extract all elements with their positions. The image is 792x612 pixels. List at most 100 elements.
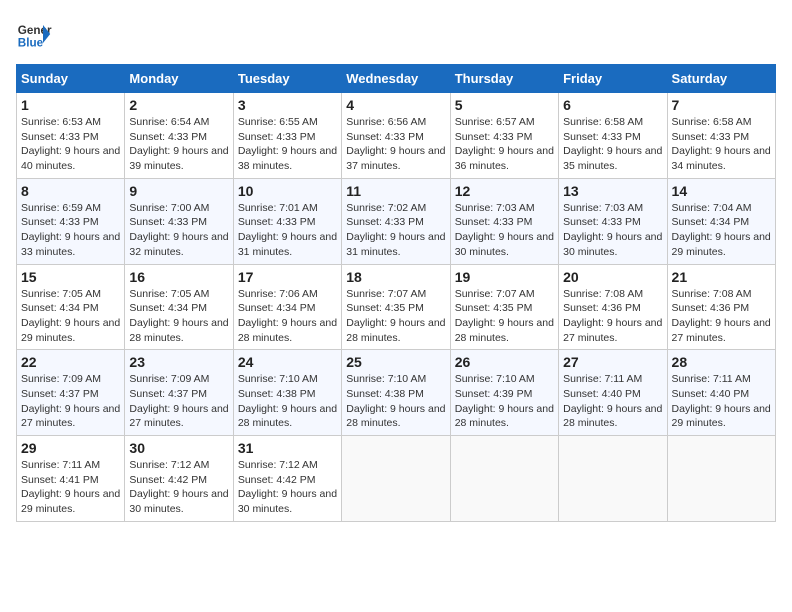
- sunset-text: Sunset: 4:35 PM: [346, 302, 424, 314]
- header-monday: Monday: [125, 65, 233, 93]
- calendar-day-cell: [342, 436, 450, 522]
- day-info: Sunrise: 6:59 AM Sunset: 4:33 PM Dayligh…: [21, 201, 120, 260]
- daylight-text: Daylight: 9 hours and 35 minutes.: [563, 145, 662, 172]
- day-number: 23: [129, 354, 228, 370]
- day-info: Sunrise: 6:54 AM Sunset: 4:33 PM Dayligh…: [129, 115, 228, 174]
- calendar-day-cell: 6 Sunrise: 6:58 AM Sunset: 4:33 PM Dayli…: [559, 93, 667, 179]
- daylight-text: Daylight: 9 hours and 38 minutes.: [238, 145, 337, 172]
- daylight-text: Daylight: 9 hours and 28 minutes.: [563, 403, 662, 430]
- day-number: 4: [346, 97, 445, 113]
- calendar-day-cell: [450, 436, 558, 522]
- day-number: 7: [672, 97, 771, 113]
- sunset-text: Sunset: 4:34 PM: [21, 302, 99, 314]
- day-number: 18: [346, 269, 445, 285]
- calendar-day-cell: 26 Sunrise: 7:10 AM Sunset: 4:39 PM Dayl…: [450, 350, 558, 436]
- sunrise-text: Sunrise: 7:09 AM: [21, 373, 101, 385]
- sunset-text: Sunset: 4:35 PM: [455, 302, 533, 314]
- sunset-text: Sunset: 4:33 PM: [238, 216, 316, 228]
- calendar-week-row: 1 Sunrise: 6:53 AM Sunset: 4:33 PM Dayli…: [17, 93, 776, 179]
- logo: General Blue: [16, 16, 52, 52]
- daylight-text: Daylight: 9 hours and 30 minutes.: [455, 231, 554, 258]
- daylight-text: Daylight: 9 hours and 27 minutes.: [21, 403, 120, 430]
- day-info: Sunrise: 7:11 AM Sunset: 4:41 PM Dayligh…: [21, 458, 120, 517]
- daylight-text: Daylight: 9 hours and 30 minutes.: [238, 488, 337, 515]
- calendar-day-cell: 3 Sunrise: 6:55 AM Sunset: 4:33 PM Dayli…: [233, 93, 341, 179]
- sunset-text: Sunset: 4:36 PM: [563, 302, 641, 314]
- day-info: Sunrise: 7:00 AM Sunset: 4:33 PM Dayligh…: [129, 201, 228, 260]
- sunrise-text: Sunrise: 7:10 AM: [238, 373, 318, 385]
- day-number: 16: [129, 269, 228, 285]
- calendar-day-cell: 29 Sunrise: 7:11 AM Sunset: 4:41 PM Dayl…: [17, 436, 125, 522]
- sunrise-text: Sunrise: 7:04 AM: [672, 202, 752, 214]
- day-info: Sunrise: 7:04 AM Sunset: 4:34 PM Dayligh…: [672, 201, 771, 260]
- sunrise-text: Sunrise: 6:58 AM: [563, 116, 643, 128]
- day-number: 9: [129, 183, 228, 199]
- weekday-header-row: Sunday Monday Tuesday Wednesday Thursday…: [17, 65, 776, 93]
- day-info: Sunrise: 7:01 AM Sunset: 4:33 PM Dayligh…: [238, 201, 337, 260]
- day-info: Sunrise: 7:03 AM Sunset: 4:33 PM Dayligh…: [563, 201, 662, 260]
- calendar-day-cell: 21 Sunrise: 7:08 AM Sunset: 4:36 PM Dayl…: [667, 264, 775, 350]
- sunrise-text: Sunrise: 6:57 AM: [455, 116, 535, 128]
- daylight-text: Daylight: 9 hours and 40 minutes.: [21, 145, 120, 172]
- daylight-text: Daylight: 9 hours and 27 minutes.: [129, 403, 228, 430]
- day-info: Sunrise: 7:06 AM Sunset: 4:34 PM Dayligh…: [238, 287, 337, 346]
- day-number: 30: [129, 440, 228, 456]
- sunrise-text: Sunrise: 7:03 AM: [455, 202, 535, 214]
- daylight-text: Daylight: 9 hours and 29 minutes.: [21, 488, 120, 515]
- calendar-day-cell: 27 Sunrise: 7:11 AM Sunset: 4:40 PM Dayl…: [559, 350, 667, 436]
- day-number: 21: [672, 269, 771, 285]
- sunrise-text: Sunrise: 7:08 AM: [563, 288, 643, 300]
- calendar-day-cell: 8 Sunrise: 6:59 AM Sunset: 4:33 PM Dayli…: [17, 178, 125, 264]
- calendar-day-cell: 4 Sunrise: 6:56 AM Sunset: 4:33 PM Dayli…: [342, 93, 450, 179]
- sunrise-text: Sunrise: 7:01 AM: [238, 202, 318, 214]
- calendar-table: Sunday Monday Tuesday Wednesday Thursday…: [16, 64, 776, 522]
- daylight-text: Daylight: 9 hours and 28 minutes.: [346, 403, 445, 430]
- day-number: 1: [21, 97, 120, 113]
- calendar-day-cell: 9 Sunrise: 7:00 AM Sunset: 4:33 PM Dayli…: [125, 178, 233, 264]
- day-info: Sunrise: 7:10 AM Sunset: 4:39 PM Dayligh…: [455, 372, 554, 431]
- day-number: 22: [21, 354, 120, 370]
- day-info: Sunrise: 7:05 AM Sunset: 4:34 PM Dayligh…: [21, 287, 120, 346]
- sunrise-text: Sunrise: 7:07 AM: [346, 288, 426, 300]
- sunset-text: Sunset: 4:33 PM: [21, 216, 99, 228]
- day-info: Sunrise: 7:11 AM Sunset: 4:40 PM Dayligh…: [563, 372, 662, 431]
- sunrise-text: Sunrise: 7:07 AM: [455, 288, 535, 300]
- sunrise-text: Sunrise: 7:10 AM: [455, 373, 535, 385]
- sunset-text: Sunset: 4:39 PM: [455, 388, 533, 400]
- day-info: Sunrise: 6:57 AM Sunset: 4:33 PM Dayligh…: [455, 115, 554, 174]
- calendar-day-cell: 18 Sunrise: 7:07 AM Sunset: 4:35 PM Dayl…: [342, 264, 450, 350]
- day-info: Sunrise: 7:12 AM Sunset: 4:42 PM Dayligh…: [129, 458, 228, 517]
- sunset-text: Sunset: 4:33 PM: [563, 216, 641, 228]
- day-info: Sunrise: 6:58 AM Sunset: 4:33 PM Dayligh…: [672, 115, 771, 174]
- day-number: 24: [238, 354, 337, 370]
- day-info: Sunrise: 7:08 AM Sunset: 4:36 PM Dayligh…: [563, 287, 662, 346]
- sunset-text: Sunset: 4:36 PM: [672, 302, 750, 314]
- sunrise-text: Sunrise: 7:05 AM: [21, 288, 101, 300]
- sunrise-text: Sunrise: 7:11 AM: [672, 373, 751, 385]
- sunrise-text: Sunrise: 7:08 AM: [672, 288, 752, 300]
- daylight-text: Daylight: 9 hours and 39 minutes.: [129, 145, 228, 172]
- daylight-text: Daylight: 9 hours and 29 minutes.: [672, 403, 771, 430]
- calendar-day-cell: 12 Sunrise: 7:03 AM Sunset: 4:33 PM Dayl…: [450, 178, 558, 264]
- day-number: 12: [455, 183, 554, 199]
- sunset-text: Sunset: 4:40 PM: [672, 388, 750, 400]
- calendar-day-cell: 22 Sunrise: 7:09 AM Sunset: 4:37 PM Dayl…: [17, 350, 125, 436]
- day-info: Sunrise: 7:08 AM Sunset: 4:36 PM Dayligh…: [672, 287, 771, 346]
- sunset-text: Sunset: 4:41 PM: [21, 474, 99, 486]
- day-info: Sunrise: 6:55 AM Sunset: 4:33 PM Dayligh…: [238, 115, 337, 174]
- day-info: Sunrise: 7:02 AM Sunset: 4:33 PM Dayligh…: [346, 201, 445, 260]
- day-info: Sunrise: 7:03 AM Sunset: 4:33 PM Dayligh…: [455, 201, 554, 260]
- day-number: 14: [672, 183, 771, 199]
- sunset-text: Sunset: 4:33 PM: [129, 131, 207, 143]
- day-number: 28: [672, 354, 771, 370]
- sunrise-text: Sunrise: 7:06 AM: [238, 288, 318, 300]
- calendar-day-cell: 11 Sunrise: 7:02 AM Sunset: 4:33 PM Dayl…: [342, 178, 450, 264]
- sunset-text: Sunset: 4:40 PM: [563, 388, 641, 400]
- sunrise-text: Sunrise: 7:05 AM: [129, 288, 209, 300]
- sunset-text: Sunset: 4:34 PM: [129, 302, 207, 314]
- sunset-text: Sunset: 4:33 PM: [455, 216, 533, 228]
- header: General Blue: [16, 16, 776, 52]
- calendar-day-cell: 20 Sunrise: 7:08 AM Sunset: 4:36 PM Dayl…: [559, 264, 667, 350]
- day-number: 20: [563, 269, 662, 285]
- sunset-text: Sunset: 4:38 PM: [346, 388, 424, 400]
